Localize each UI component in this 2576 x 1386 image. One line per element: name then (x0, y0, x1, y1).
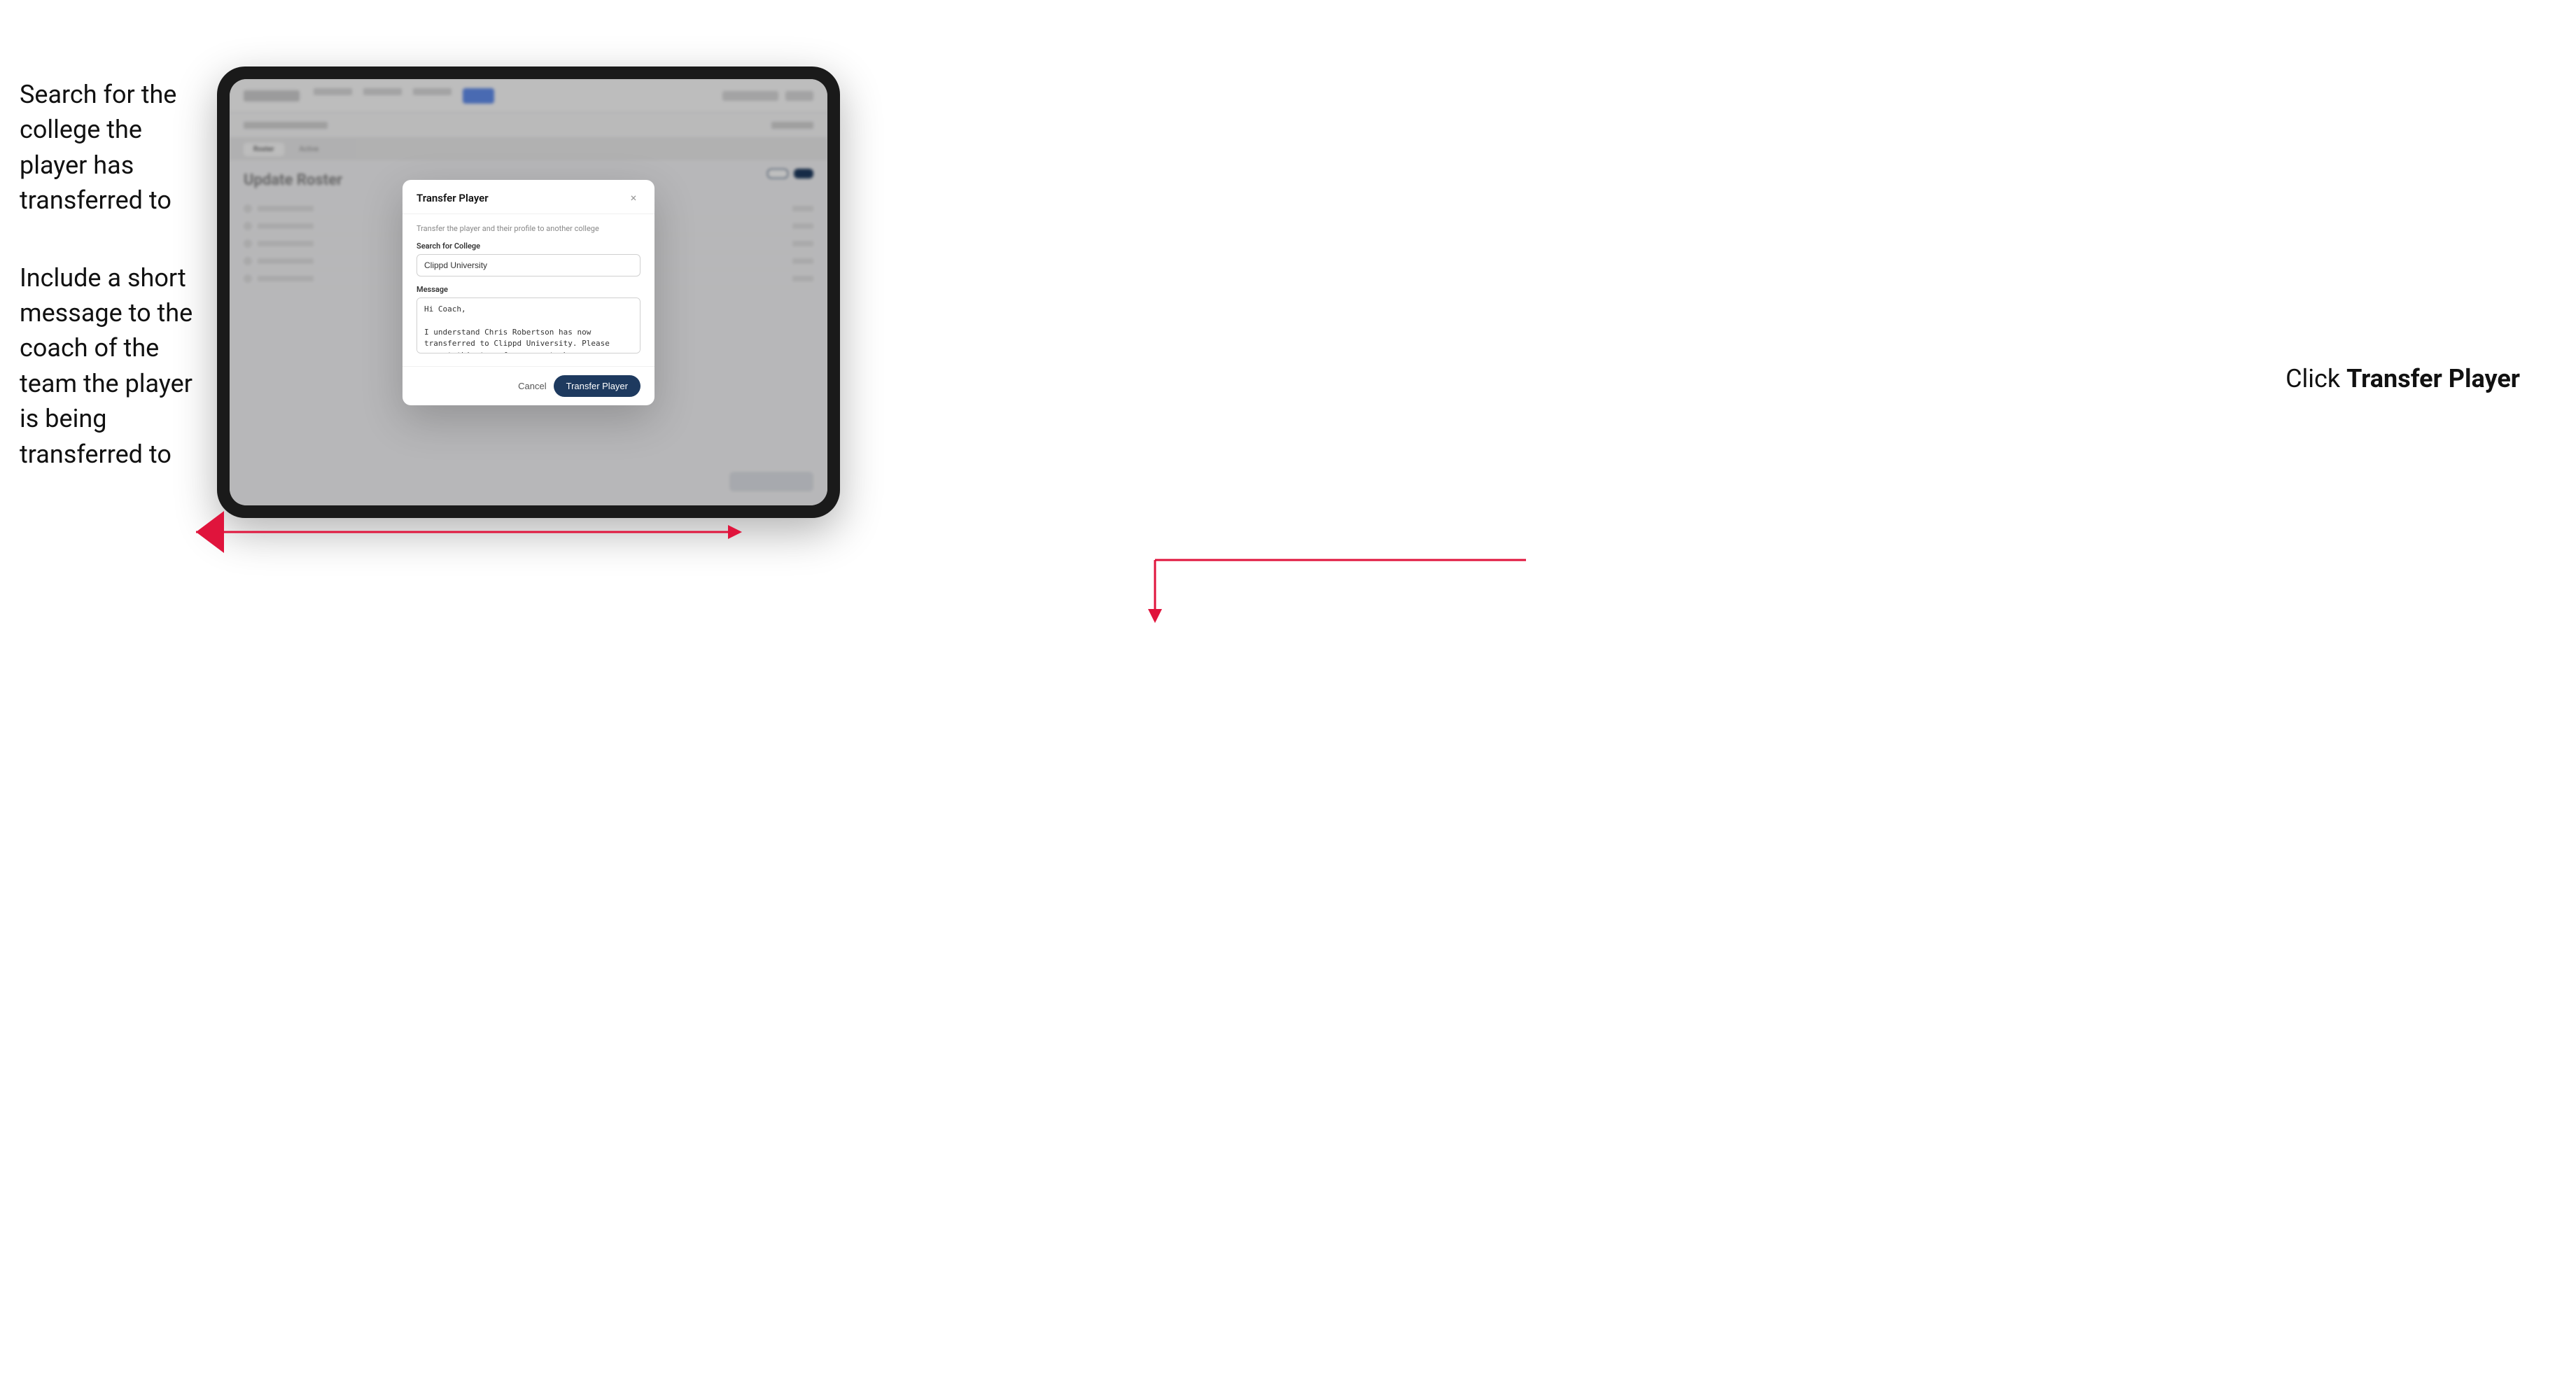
modal-header: Transfer Player × (402, 180, 654, 214)
tablet-frame: Roster Active Update Roster (217, 66, 840, 518)
modal-title: Transfer Player (416, 192, 489, 204)
right-annotation: Click Transfer Player (2286, 364, 2520, 393)
left-annotation: Search for the college the player has tr… (20, 77, 209, 472)
modal-body: Transfer the player and their profile to… (402, 214, 654, 366)
annotation-block-1: Search for the college the player has tr… (20, 77, 209, 218)
cancel-button[interactable]: Cancel (518, 381, 546, 391)
modal-close-button[interactable]: × (626, 191, 640, 205)
transfer-player-modal: Transfer Player × Transfer the player an… (402, 180, 654, 405)
modal-description: Transfer the player and their profile to… (416, 224, 640, 233)
annotation-block-2: Include a short message to the coach of … (20, 260, 209, 472)
search-college-input[interactable] (416, 254, 640, 276)
tablet-screen: Roster Active Update Roster (230, 79, 827, 505)
search-college-label: Search for College (416, 241, 640, 251)
transfer-player-button[interactable]: Transfer Player (554, 375, 640, 397)
modal-overlay: Transfer Player × Transfer the player an… (230, 79, 827, 505)
message-label: Message (416, 285, 640, 294)
modal-footer: Cancel Transfer Player (402, 366, 654, 405)
message-textarea[interactable] (416, 298, 640, 354)
